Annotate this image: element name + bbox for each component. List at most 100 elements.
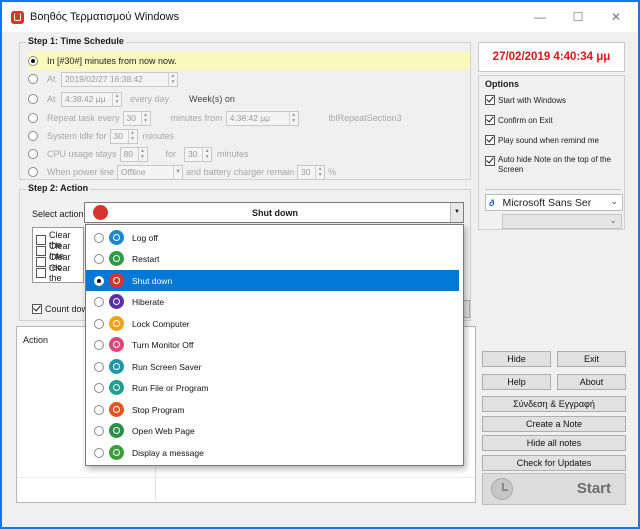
action-option-logoff[interactable]: Log off: [86, 227, 459, 248]
idle-minutes[interactable]: 30 ▲ ▼: [109, 128, 138, 144]
option-label: Stop Program: [132, 404, 185, 415]
check-updates-button[interactable]: Check for Updates: [482, 455, 626, 471]
battery-label: and battery charger remain: [186, 167, 295, 177]
action-option-hibernate[interactable]: Hiberate: [86, 291, 459, 312]
option-radio[interactable]: [94, 318, 104, 329]
battery-percent[interactable]: 30 ▲ ▼: [297, 164, 326, 180]
option-in-minutes[interactable]: In [#30#] minutes from now now.: [28, 52, 470, 70]
action-option-monitor-off[interactable]: Turn Monitor Off: [86, 334, 459, 355]
power-select-value: Offline: [121, 167, 146, 177]
font-select[interactable]: ð Microsoft Sans Ser ⌄: [485, 194, 623, 211]
radio-in-minutes[interactable]: [28, 56, 38, 66]
action-select[interactable]: Shut down ▼: [84, 202, 464, 223]
option-radio[interactable]: [94, 404, 104, 415]
font-size-arrow-icon[interactable]: ⌄: [609, 215, 617, 226]
maximize-button[interactable]: ☐: [566, 8, 590, 26]
battery-percent-value: 30: [301, 167, 311, 177]
option-repeat[interactable]: Repeat task every 30 ▲ ▼ minutes from 4:38…: [28, 109, 402, 127]
minimize-button[interactable]: —: [528, 8, 552, 26]
start-button[interactable]: Start: [482, 473, 626, 505]
select-action-label: Select action:: [32, 209, 87, 219]
confirm-exit-checkbox[interactable]: [485, 115, 495, 125]
option-radio[interactable]: [94, 296, 104, 307]
start-with-windows-checkbox[interactable]: [485, 95, 495, 105]
option-radio[interactable]: [94, 447, 104, 458]
action-option-message[interactable]: Display a message: [86, 442, 459, 463]
cpu-for-label: for: [165, 149, 177, 159]
power-label: When power line: [47, 167, 115, 177]
cpu-minutes[interactable]: 30 ▲ ▼: [184, 146, 213, 162]
at-datetime-field[interactable]: 2019/02/27 16:38:42 ▲ ▼: [61, 71, 178, 87]
idle-label: System idle for: [47, 131, 107, 141]
connect-register-button[interactable]: Σύνδεση & Εγγραφή: [482, 396, 626, 412]
power-select[interactable]: Offline ▼: [117, 164, 184, 180]
hide-notes-button[interactable]: Hide all notes: [482, 435, 626, 451]
exit-button[interactable]: Exit: [557, 351, 626, 367]
at-daily-spin[interactable]: ▲ ▼: [112, 92, 121, 106]
option-cpu[interactable]: CPU usage stays 80 ▲ ▼ for 30 ▲ ▼ minutes: [28, 145, 249, 163]
repeat-interval[interactable]: 30 ▲ ▼: [122, 110, 151, 126]
option-power[interactable]: When power line Offline ▼ and battery cha…: [28, 163, 336, 181]
repeat-from-spin[interactable]: ▲ ▼: [288, 111, 298, 125]
option-idle[interactable]: System idle for 30 ▲ ▼ minutes: [28, 127, 174, 145]
idle-minutes-spin[interactable]: ▲ ▼: [127, 129, 137, 143]
auto-hide-checkbox[interactable]: [485, 156, 495, 166]
radio-repeat[interactable]: [28, 113, 38, 123]
action-option-screensaver[interactable]: Run Screen Saver: [86, 356, 459, 377]
repeat-label: Repeat task every: [47, 113, 120, 123]
action-option-stop-program[interactable]: Stop Program: [86, 399, 459, 420]
action-option-web-page[interactable]: Open Web Page: [86, 420, 459, 441]
font-type-icon: ð: [489, 197, 495, 208]
clear-item[interactable]: Clear the: [36, 263, 83, 283]
power-select-arrow[interactable]: ▼: [173, 165, 182, 179]
option-radio[interactable]: [94, 382, 104, 393]
option-auto-hide[interactable]: Auto hide Note on the top of the Screen: [485, 155, 621, 175]
radio-at-date[interactable]: [28, 74, 38, 84]
radio-power[interactable]: [28, 167, 38, 177]
font-size-select[interactable]: ⌄: [502, 214, 622, 229]
font-select-arrow-icon[interactable]: ⌄: [610, 196, 618, 207]
option-radio[interactable]: [94, 425, 104, 436]
battery-percent-spin[interactable]: ▲ ▼: [315, 165, 324, 179]
about-button[interactable]: About: [557, 374, 626, 390]
step1-group: Step 1: Time Schedule In [#30#] minutes …: [19, 36, 471, 181]
at-daily-time[interactable]: 4:38:42 μμ ▲ ▼: [61, 91, 122, 107]
radio-cpu[interactable]: [28, 149, 38, 159]
action-option-lock[interactable]: Lock Computer: [86, 313, 459, 334]
help-button[interactable]: Help: [482, 374, 551, 390]
create-note-button[interactable]: Create a Note: [482, 416, 626, 432]
option-radio[interactable]: [94, 275, 104, 286]
count-down-checkbox[interactable]: [32, 304, 42, 314]
idle-minutes-value: 30: [113, 131, 123, 141]
cpu-minutes-spin[interactable]: ▲ ▼: [202, 147, 211, 161]
action-option-restart[interactable]: Restart: [86, 248, 459, 269]
options-divider: [485, 189, 621, 190]
cpu-percent[interactable]: 80 ▲ ▼: [119, 146, 148, 162]
radio-idle[interactable]: [28, 131, 38, 141]
stop-program-icon: [109, 402, 124, 417]
play-sound-checkbox[interactable]: [485, 135, 495, 145]
option-radio[interactable]: [94, 361, 104, 372]
option-radio[interactable]: [94, 253, 104, 264]
action-dropdown-list: Log off Restart Shut down Hiberate Lock …: [85, 224, 464, 466]
option-at-date[interactable]: At 2019/02/27 16:38:42 ▲ ▼: [28, 70, 178, 88]
repeat-from-time[interactable]: 4:38:42 μμ ▲ ▼: [225, 110, 299, 126]
option-radio[interactable]: [94, 232, 104, 243]
action-option-shutdown[interactable]: Shut down: [86, 270, 459, 291]
option-label: Log off: [132, 232, 158, 243]
radio-at-daily[interactable]: [28, 94, 38, 104]
option-confirm-exit[interactable]: Confirm on Exit: [485, 115, 553, 125]
hide-button[interactable]: Hide: [482, 351, 551, 367]
count-down-option[interactable]: Count dow: [32, 304, 88, 314]
clear-item-checkbox[interactable]: [36, 268, 46, 278]
at-datetime-spin[interactable]: ▲ ▼: [168, 72, 177, 86]
cpu-percent-spin[interactable]: ▲ ▼: [137, 147, 147, 161]
action-select-arrow-icon[interactable]: ▼: [450, 203, 463, 222]
repeat-interval-spin[interactable]: ▲ ▼: [140, 111, 150, 125]
option-play-sound[interactable]: Play sound when remind me: [485, 135, 599, 145]
option-at-daily[interactable]: At 4:38:42 μμ ▲ ▼ every day Week(s) on: [28, 90, 235, 108]
action-option-run-file[interactable]: Run File or Program: [86, 377, 459, 398]
option-start-with-windows[interactable]: Start with Windows: [485, 95, 566, 105]
close-button[interactable]: ✕: [604, 8, 628, 26]
option-radio[interactable]: [94, 339, 104, 350]
